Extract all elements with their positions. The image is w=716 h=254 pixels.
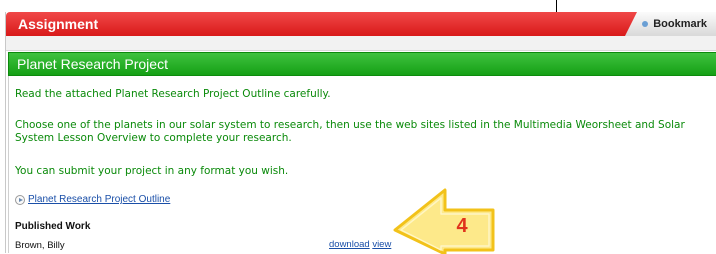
published-work-heading: Published Work bbox=[15, 221, 91, 232]
project-header: Planet Research Project bbox=[8, 52, 716, 76]
bookmark-label: Bookmark bbox=[653, 18, 707, 30]
view-link[interactable]: view bbox=[372, 239, 391, 250]
published-work-actions: download view bbox=[329, 239, 391, 250]
instruction-paragraph: Read the attached Planet Research Projec… bbox=[15, 88, 331, 100]
header-spacer bbox=[6, 36, 716, 51]
attachment-link-label[interactable]: Planet Research Project Outline bbox=[28, 194, 170, 205]
project-content: Read the attached Planet Research Projec… bbox=[8, 76, 716, 253]
assignment-panel: Assignment Bookmark Planet Research Proj… bbox=[5, 12, 716, 253]
project-title: Planet Research Project bbox=[17, 56, 168, 72]
attachment-link[interactable]: Planet Research Project Outline bbox=[15, 194, 170, 205]
step-callout: 4 bbox=[393, 188, 500, 254]
play-circle-icon bbox=[15, 194, 25, 205]
download-link[interactable]: download bbox=[329, 239, 370, 250]
bookmark-dot-icon bbox=[642, 21, 649, 27]
cursor-line bbox=[556, 0, 557, 12]
instruction-paragraph: You can submit your project in any forma… bbox=[15, 165, 289, 177]
arrow-callout-icon bbox=[393, 188, 495, 254]
bookmark-button[interactable]: Bookmark bbox=[625, 12, 716, 36]
assignment-header: Assignment Bookmark bbox=[6, 12, 716, 36]
assignment-title: Assignment bbox=[18, 16, 99, 32]
instruction-paragraph: Choose one of the planets in our solar s… bbox=[15, 119, 685, 144]
published-work-author: Brown, Billy bbox=[15, 240, 65, 251]
callout-number: 4 bbox=[456, 215, 468, 237]
